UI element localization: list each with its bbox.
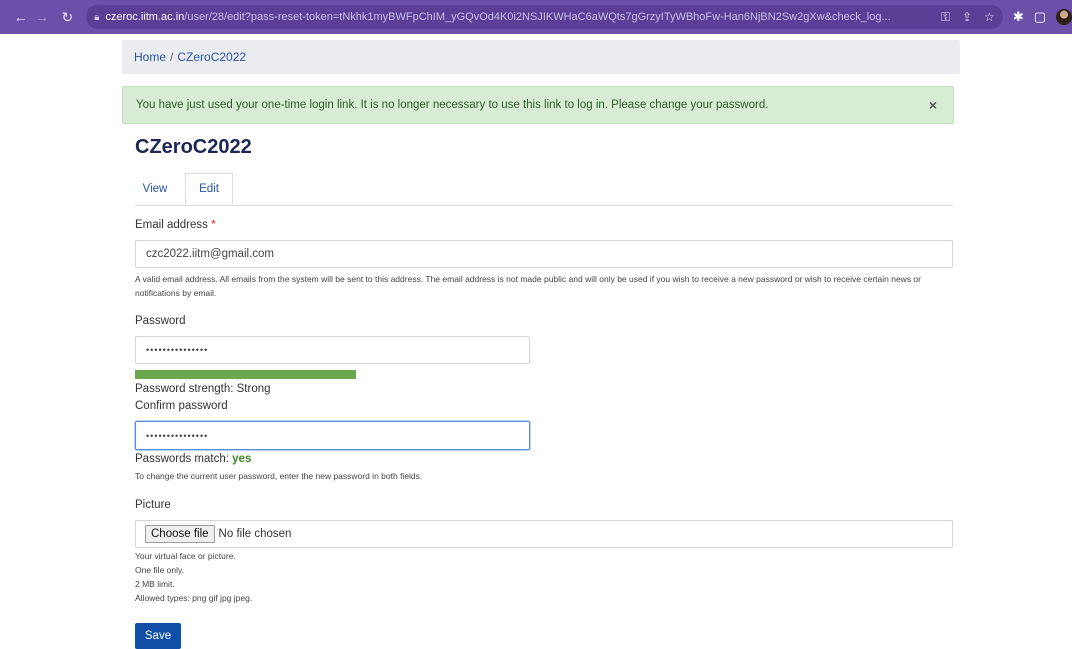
page-title: CZeroC2022 xyxy=(135,136,252,158)
confirm-password-field-value: ••••••••••••••• xyxy=(146,430,209,441)
password-strength-text: Password strength: Strong xyxy=(135,383,271,395)
breadcrumb-home-link[interactable]: Home xyxy=(134,50,166,64)
confirm-password-field[interactable]: ••••••••••••••• xyxy=(135,421,530,450)
status-message-text: You have just used your one-time login l… xyxy=(136,99,769,111)
tab-view[interactable]: View xyxy=(135,173,175,205)
breadcrumb-separator: / xyxy=(170,50,174,64)
email-help-text: A valid email address. All emails from t… xyxy=(135,274,921,298)
breadcrumb: Home / CZeroC2022 xyxy=(122,40,960,74)
url-host: czeroc.iitm.ac.in xyxy=(105,11,185,23)
url-path: /user/28/edit?pass-reset-token=tNkhk1myB… xyxy=(184,11,891,23)
extensions-icon[interactable]: ✱ xyxy=(1013,9,1024,25)
password-match-value: yes xyxy=(232,453,252,465)
profile-avatar[interactable] xyxy=(1056,9,1072,25)
share-icon[interactable]: ⇪ xyxy=(962,10,972,25)
password-match-status: Passwords match: yes xyxy=(135,453,251,465)
picture-file-input[interactable]: Choose file No file chosen xyxy=(135,520,953,548)
close-icon[interactable]: × xyxy=(929,97,937,113)
key-icon[interactable]: ⚿ xyxy=(941,10,950,25)
email-label: Email address * xyxy=(135,219,216,231)
email-label-text: Email address xyxy=(135,219,208,231)
status-message: You have just used your one-time login l… xyxy=(122,86,954,124)
back-arrow-icon[interactable]: ← xyxy=(10,6,31,28)
window-icon[interactable]: ▢ xyxy=(1034,9,1046,25)
tab-bar: View Edit xyxy=(135,173,953,206)
browser-toolbar: ← → ↻ 🔒︎ czeroc.iitm.ac.in /user/28/edit… xyxy=(0,0,1072,34)
password-strength-bar xyxy=(135,370,356,379)
star-icon[interactable]: ☆ xyxy=(984,10,995,25)
picture-label: Picture xyxy=(135,499,171,511)
password-label: Password xyxy=(135,315,186,327)
address-bar[interactable]: 🔒︎ czeroc.iitm.ac.in /user/28/edit?pass-… xyxy=(86,5,1003,29)
lock-icon: 🔒︎ xyxy=(94,11,100,23)
password-field[interactable]: ••••••••••••••• xyxy=(135,336,530,364)
picture-help-line: 2 MB limit. xyxy=(135,579,175,589)
file-status-text: No file chosen xyxy=(218,528,292,540)
email-field-value: czc2022.iitm@gmail.com xyxy=(146,248,274,260)
email-field[interactable]: czc2022.iitm@gmail.com xyxy=(135,240,953,268)
picture-help-line: Allowed types: png gif jpg jpeg. xyxy=(135,593,253,603)
forward-arrow-icon[interactable]: → xyxy=(31,6,52,28)
password-field-value: ••••••••••••••• xyxy=(146,345,209,355)
password-match-label: Passwords match: xyxy=(135,453,229,465)
reload-icon[interactable]: ↻ xyxy=(57,6,78,28)
save-button[interactable]: Save xyxy=(135,623,181,649)
picture-help-line: Your virtual face or picture. xyxy=(135,551,236,561)
choose-file-button[interactable]: Choose file xyxy=(145,525,215,543)
breadcrumb-current: CZeroC2022 xyxy=(177,50,247,64)
confirm-password-label: Confirm password xyxy=(135,400,228,412)
tab-edit[interactable]: Edit xyxy=(185,173,233,205)
required-marker: * xyxy=(211,219,216,231)
confirm-password-help-text: To change the current user password, ent… xyxy=(135,471,423,481)
picture-help-line: One file only. xyxy=(135,565,184,575)
